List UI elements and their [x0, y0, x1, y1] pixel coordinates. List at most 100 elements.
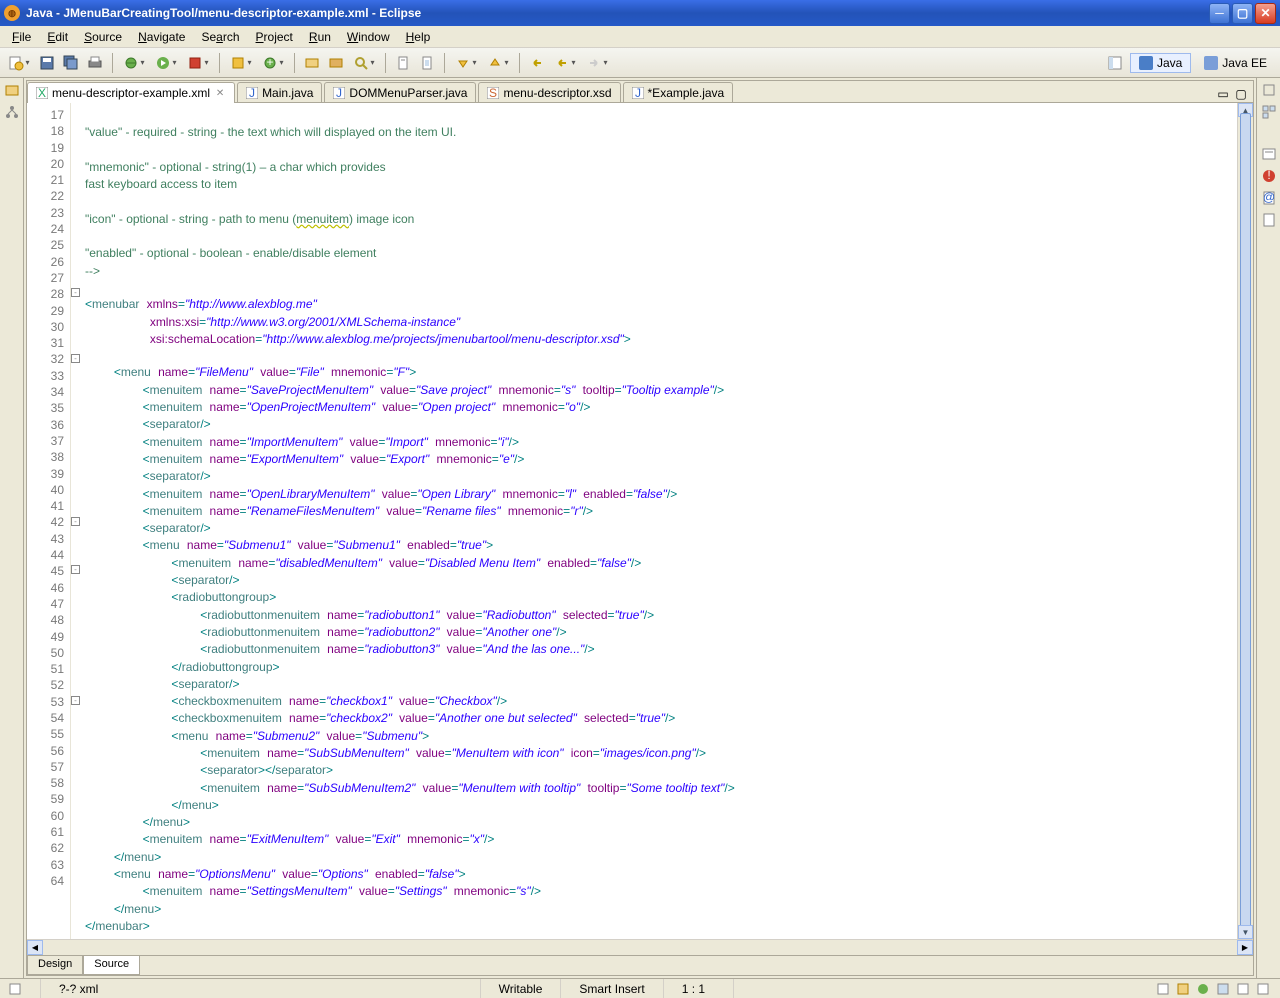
save-all-button[interactable]: [60, 52, 82, 74]
svg-text:S: S: [489, 87, 497, 99]
separator: [385, 53, 386, 73]
debug-button[interactable]: [119, 52, 149, 74]
package-explorer-icon[interactable]: [4, 82, 20, 98]
design-tab[interactable]: Design: [27, 956, 83, 975]
run-button[interactable]: [151, 52, 181, 74]
menu-window[interactable]: Window: [339, 28, 398, 46]
tab-label: *Example.java: [648, 86, 725, 100]
scroll-left-arrow[interactable]: ◀: [27, 940, 43, 955]
tab-main-java[interactable]: J Main.java: [237, 82, 322, 102]
scroll-thumb[interactable]: [1240, 113, 1251, 929]
svg-text:X: X: [38, 87, 46, 99]
save-button[interactable]: [36, 52, 58, 74]
menu-file[interactable]: File: [4, 28, 39, 46]
prev-annotation-button[interactable]: [483, 52, 513, 74]
status-insert-mode: Smart Insert: [560, 979, 662, 998]
source-code[interactable]: "value" - required - string - the text w…: [81, 103, 1237, 939]
svg-text:+: +: [267, 55, 274, 69]
editor-bottom-tabs: Design Source: [27, 955, 1253, 975]
toggle-mark-button[interactable]: [392, 52, 414, 74]
new-package-button[interactable]: +: [258, 52, 288, 74]
new-java-button[interactable]: [226, 52, 256, 74]
vertical-scrollbar[interactable]: ▲ ▼: [1237, 103, 1253, 939]
menu-help[interactable]: Help: [398, 28, 439, 46]
tasks-icon[interactable]: [1261, 146, 1277, 162]
fold-column: -----: [71, 103, 81, 939]
menu-run[interactable]: Run: [301, 28, 339, 46]
scroll-right-arrow[interactable]: ▶: [1237, 940, 1253, 955]
java-perspective-icon: [1139, 56, 1153, 70]
editor-area: X menu-descriptor-example.xml ✕ J Main.j…: [26, 80, 1254, 976]
status-content-type: ?-? xml: [40, 979, 116, 998]
perspective-java[interactable]: Java: [1130, 53, 1191, 73]
tab-label: Main.java: [262, 86, 313, 100]
tab-menu-descriptor-example[interactable]: X menu-descriptor-example.xml ✕: [27, 82, 235, 103]
hierarchy-icon[interactable]: [4, 104, 20, 120]
perspective-javaee-label: Java EE: [1222, 56, 1267, 70]
hscroll-track[interactable]: [43, 940, 1237, 955]
scroll-down-arrow[interactable]: ▼: [1238, 925, 1253, 939]
maximize-button[interactable]: ▢: [1232, 3, 1253, 24]
right-trim: ! @: [1256, 78, 1280, 978]
status-cursor-position: 1 : 1: [663, 979, 733, 998]
java-file-icon: J: [333, 87, 345, 99]
line-number-gutter: 1718192021222324252627282930313233343536…: [27, 103, 71, 939]
sb-icon-5[interactable]: [1236, 982, 1250, 996]
menu-edit[interactable]: Edit: [39, 28, 76, 46]
tab-dommenuparser[interactable]: J DOMMenuParser.java: [324, 82, 476, 102]
status-writable: Writable: [480, 979, 561, 998]
ext-tools-button[interactable]: [183, 52, 213, 74]
sb-icon-4[interactable]: [1216, 982, 1230, 996]
back-button[interactable]: [550, 52, 580, 74]
sb-icon-2[interactable]: [1176, 982, 1190, 996]
status-item-icon: [6, 979, 40, 998]
menu-source[interactable]: Source: [76, 28, 130, 46]
perspective-java-label: Java: [1157, 56, 1182, 70]
last-edit-button[interactable]: [526, 52, 548, 74]
separator: [219, 53, 220, 73]
close-tab-icon[interactable]: ✕: [214, 87, 226, 99]
menu-search[interactable]: Search: [193, 28, 247, 46]
eclipse-icon: ◍: [4, 5, 20, 21]
xsd-file-icon: S: [487, 87, 499, 99]
forward-button[interactable]: [582, 52, 612, 74]
horizontal-scrollbar[interactable]: ◀ ▶: [27, 939, 1253, 955]
sb-icon-3[interactable]: [1196, 982, 1210, 996]
workbench: X menu-descriptor-example.xml ✕ J Main.j…: [0, 78, 1280, 978]
javadoc-icon[interactable]: @: [1261, 190, 1277, 206]
open-type-button[interactable]: [301, 52, 323, 74]
svg-text:J: J: [635, 87, 641, 99]
tab-label: menu-descriptor-example.xml: [52, 86, 210, 100]
menu-navigate[interactable]: Navigate: [130, 28, 193, 46]
titlebar: ◍ Java - JMenuBarCreatingTool/menu-descr…: [0, 0, 1280, 26]
sb-icon-6[interactable]: [1256, 982, 1270, 996]
toolbar: + Java Java EE: [0, 48, 1280, 78]
print-button[interactable]: [84, 52, 106, 74]
minimize-editor-icon[interactable]: ▭: [1215, 86, 1231, 102]
maximize-editor-icon[interactable]: ▢: [1233, 86, 1249, 102]
outline-icon[interactable]: [1261, 104, 1277, 120]
restore-icon[interactable]: [1261, 82, 1277, 98]
open-perspective-button[interactable]: [1104, 52, 1126, 74]
next-annotation-button[interactable]: [451, 52, 481, 74]
declaration-icon[interactable]: [1261, 212, 1277, 228]
svg-text:@: @: [1262, 190, 1274, 204]
problems-icon[interactable]: !: [1261, 168, 1277, 184]
source-tab[interactable]: Source: [83, 956, 140, 975]
perspective-javaee[interactable]: Java EE: [1195, 53, 1276, 73]
tab-example-java[interactable]: J *Example.java: [623, 82, 734, 102]
new-button[interactable]: [4, 52, 34, 74]
java-file-icon: J: [632, 87, 644, 99]
window-title: Java - JMenuBarCreatingTool/menu-descrip…: [26, 6, 1207, 20]
tab-menu-descriptor-xsd[interactable]: S menu-descriptor.xsd: [478, 82, 620, 102]
menu-project[interactable]: Project: [248, 28, 301, 46]
toggle-block-button[interactable]: [416, 52, 438, 74]
tab-label: menu-descriptor.xsd: [503, 86, 611, 100]
open-task-button[interactable]: [325, 52, 347, 74]
sb-icon-1[interactable]: [1156, 982, 1170, 996]
editor-tabs: X menu-descriptor-example.xml ✕ J Main.j…: [27, 81, 1253, 103]
search-button[interactable]: [349, 52, 379, 74]
minimize-button[interactable]: ─: [1209, 3, 1230, 24]
separator: [444, 53, 445, 73]
close-button[interactable]: ✕: [1255, 3, 1276, 24]
